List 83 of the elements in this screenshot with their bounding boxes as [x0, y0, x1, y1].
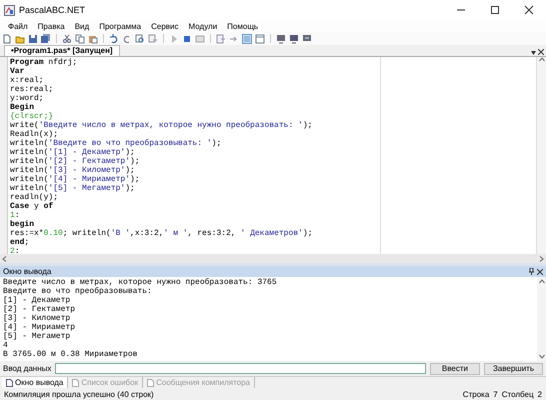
code-line: writeln('[4] - Мириаметр');: [10, 175, 141, 184]
output-line: 4: [3, 341, 9, 350]
file-tab[interactable]: •Program1.pas* [Запущен]: [4, 45, 120, 56]
menu-item[interactable]: Модули: [184, 22, 222, 30]
output-line: Введите во что преобразовывать:: [3, 287, 153, 296]
save-icon[interactable]: [28, 34, 38, 44]
step-into-icon[interactable]: [216, 34, 226, 44]
status-label: Строка: [462, 390, 490, 398]
code-line: begin: [10, 220, 36, 229]
paste-icon[interactable]: [88, 34, 98, 44]
output-line: В 3765.00 м 0.38 Мириаметров: [3, 350, 138, 359]
scroll-right-icon[interactable]: [539, 256, 544, 262]
monitor-icon[interactable]: [289, 34, 299, 44]
window-icon[interactable]: [255, 34, 265, 44]
status-message: Компиляция прошла успешно (40 строк): [4, 390, 154, 398]
maximize-icon: [490, 5, 500, 15]
status-label: Столбец: [502, 390, 534, 398]
scroll-up-icon[interactable]: [538, 279, 544, 284]
code-line: write('Введите число в метрах, которое нужно преобразовать: ');: [10, 121, 314, 130]
code-line: writeln('[5] - Мегаметр');: [10, 184, 136, 193]
pin-icon[interactable]: [529, 268, 534, 275]
app-logo-icon: [4, 4, 15, 16]
status-value: 7: [493, 390, 498, 398]
document-icon: [72, 378, 80, 386]
output-line: [2] - Гектаметр: [3, 305, 76, 314]
code-line: Case y of: [10, 202, 54, 211]
step-over-icon[interactable]: [229, 34, 239, 44]
close-icon[interactable]: [537, 268, 543, 274]
save-all-icon[interactable]: [41, 34, 51, 44]
pane-title: Окно вывода: [3, 267, 52, 276]
scroll-left-icon[interactable]: [2, 256, 7, 262]
document-icon: [147, 378, 154, 386]
code-line: Var: [10, 67, 26, 76]
output-line: Введите число в метрах, которое нужно преобразовать: 3765: [3, 278, 278, 287]
copy-icon[interactable]: [75, 34, 85, 44]
redo-icon[interactable]: [122, 34, 132, 44]
input-button[interactable]: Ввести: [430, 362, 480, 374]
code-line: 1:: [10, 211, 21, 220]
find-icon[interactable]: [135, 34, 145, 44]
code-line: Program nfdrj;: [10, 58, 78, 67]
window-title: PascalABC.NET: [19, 5, 86, 15]
monitor-icon[interactable]: [276, 34, 286, 44]
output-line: [5] - Мегаметр: [3, 332, 72, 341]
menu-item[interactable]: Правка: [32, 22, 70, 30]
code-line: res:real;: [10, 85, 54, 94]
code-line: res:=x*0.10; writeln('В ',x:3:2,' м ', res:3:2, ' Декаметров');: [10, 229, 314, 238]
pane-tab[interactable]: Окно вывода: [2, 377, 68, 388]
code-line: {clrscr;}: [10, 112, 54, 121]
output-line: [3] - Километр: [3, 314, 72, 323]
close-icon: [524, 5, 534, 15]
document-icon: [6, 378, 13, 386]
status-value: 2: [538, 390, 542, 398]
menu-item[interactable]: Программа: [94, 22, 146, 30]
replace-icon[interactable]: [148, 34, 158, 44]
code-line: writeln('[1] - Декаметр');: [10, 148, 136, 157]
scroll-up-icon[interactable]: [538, 57, 544, 62]
input-button[interactable]: Завершить: [484, 362, 543, 374]
code-line: y:word;: [10, 94, 45, 103]
code-line: end;: [10, 238, 30, 247]
code-line: Begin: [10, 103, 36, 112]
output-line: [4] - Мириаметр: [3, 323, 76, 332]
stop-icon[interactable]: [182, 34, 192, 44]
monitor-icon[interactable]: [302, 34, 312, 44]
menu-item[interactable]: Файл: [3, 22, 33, 30]
code-line: 2:: [10, 247, 21, 254]
code-line: writeln('Введите во что преобразовывать: ');: [10, 139, 222, 148]
code-line: writeln('[2] - Гектаметр');: [10, 157, 141, 166]
undo-icon[interactable]: [109, 34, 119, 44]
code-line: writeln('[3] - Километр');: [10, 166, 136, 175]
panel-toggle-icon[interactable]: [242, 34, 252, 44]
input-field[interactable]: [55, 363, 426, 374]
output-line: [1] - Декаметр: [3, 296, 72, 305]
menu-item[interactable]: Сервис: [146, 22, 184, 30]
code-line: x:real;: [10, 76, 45, 85]
scissors-icon[interactable]: [62, 34, 72, 44]
menu-item[interactable]: Вид: [70, 22, 94, 30]
code-line: readln(y);: [10, 193, 60, 202]
caret-icon[interactable]: [531, 51, 536, 55]
scroll-down-icon[interactable]: [538, 354, 544, 359]
close-icon[interactable]: [538, 49, 544, 55]
input-label: Ввод данных: [3, 364, 52, 373]
menu-item[interactable]: Помощь: [222, 22, 264, 30]
code-line: Readln(x);: [10, 130, 60, 139]
